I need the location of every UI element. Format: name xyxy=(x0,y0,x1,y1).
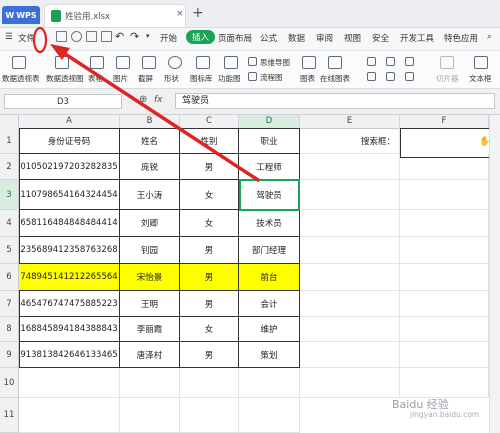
annotation-circle xyxy=(32,26,48,54)
annotation-arrow-head xyxy=(50,44,70,60)
baidu-watermark-url: jingyan.baidu.com xyxy=(410,410,480,419)
annotation-arrow-line xyxy=(54,46,260,182)
annotation-arrow-overlay xyxy=(32,26,260,182)
